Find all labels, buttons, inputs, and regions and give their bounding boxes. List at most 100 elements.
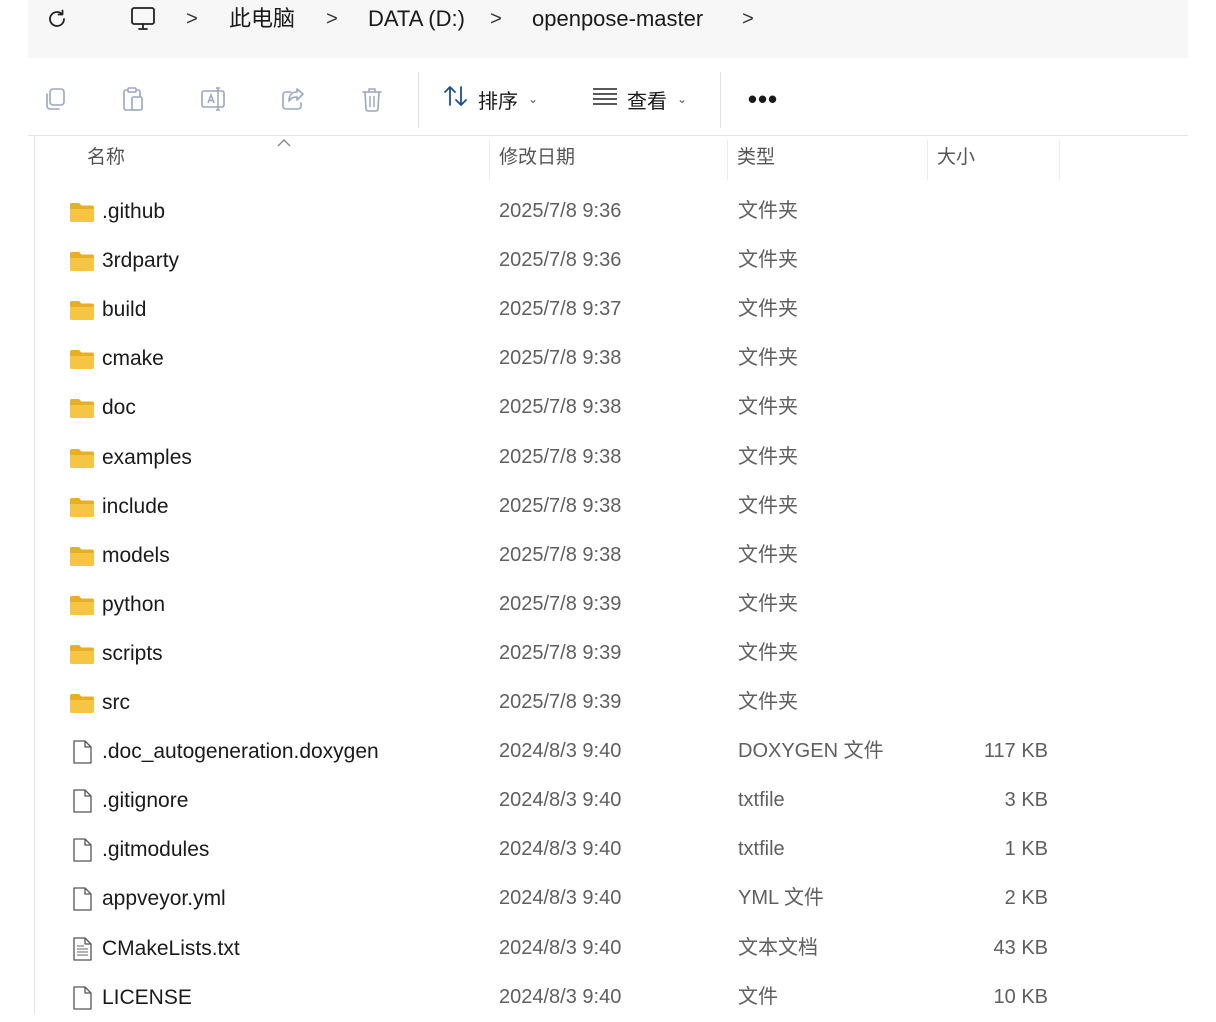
- column-header-date[interactable]: 修改日期: [499, 136, 575, 180]
- file-row[interactable]: 3rdparty 2025/7/8 9:36 文件夹: [35, 236, 1065, 285]
- column-header-type[interactable]: 类型: [737, 136, 775, 180]
- file-row[interactable]: doc 2025/7/8 9:38 文件夹: [35, 383, 1065, 432]
- file-size: [935, 383, 1048, 432]
- file-row[interactable]: .gitmodules 2024/8/3 9:40 txtfile 1 KB: [35, 825, 1065, 874]
- folder-icon: [69, 297, 95, 323]
- file-type: txtfile: [738, 789, 785, 812]
- file-size: 10 KB: [993, 985, 1048, 1008]
- folder-icon: [69, 445, 95, 471]
- breadcrumb-drive[interactable]: DATA (D:): [368, 4, 465, 34]
- file-size: [935, 187, 1048, 236]
- file-size: 2 KB: [1004, 887, 1048, 910]
- file-date: 2024/8/3 9:40: [499, 936, 622, 959]
- folder-icon: [69, 543, 95, 569]
- file-row[interactable]: include 2025/7/8 9:38 文件夹: [35, 482, 1065, 531]
- file-date: 2024/8/3 9:40: [499, 838, 622, 861]
- delete-icon[interactable]: [355, 82, 389, 116]
- file-type: 文件夹: [738, 200, 798, 222]
- folder-icon: [69, 346, 95, 372]
- folder-icon: [69, 248, 95, 274]
- file-date: 2025/7/8 9:38: [499, 445, 622, 468]
- file-row[interactable]: appveyor.yml 2024/8/3 9:40 YML 文件 2 KB: [35, 874, 1065, 923]
- column-divider[interactable]: [927, 140, 928, 180]
- file-name: doc: [102, 396, 136, 420]
- view-button[interactable]: 查看 ⌄: [591, 82, 687, 116]
- column-divider[interactable]: [489, 140, 490, 180]
- file-size: [935, 236, 1048, 285]
- file-row[interactable]: examples 2025/7/8 9:38 文件夹: [35, 433, 1065, 482]
- folder-icon: [69, 199, 95, 225]
- copy-icon[interactable]: [38, 82, 72, 116]
- folder-icon: [69, 395, 95, 421]
- list-view-icon: [591, 85, 619, 113]
- breadcrumb-separator: >: [326, 8, 338, 30]
- breadcrumb-this-pc[interactable]: 此电脑: [229, 4, 295, 34]
- file-type: 文件夹: [738, 641, 798, 664]
- file-type: 文件夹: [738, 347, 798, 370]
- file-name: .doc_autogeneration.doxygen: [102, 740, 379, 764]
- file-row[interactable]: python 2025/7/8 9:39 文件夹: [35, 580, 1065, 629]
- breadcrumb-expand[interactable]: >: [740, 4, 756, 34]
- file-type: 文件夹: [738, 592, 798, 615]
- file-date: 2025/7/8 9:39: [499, 691, 622, 713]
- refresh-icon[interactable]: [44, 6, 70, 32]
- sort-label: 排序: [478, 90, 518, 113]
- file-icon: [69, 788, 95, 814]
- column-divider[interactable]: [727, 140, 728, 180]
- file-row[interactable]: cmake 2025/7/8 9:38 文件夹: [35, 334, 1065, 383]
- sort-icon: [442, 83, 470, 115]
- file-type: 文件夹: [738, 396, 798, 419]
- more-options-button[interactable]: •••: [746, 82, 780, 116]
- toolbar-divider: [720, 72, 721, 128]
- file-name: examples: [102, 445, 192, 469]
- file-date: 2025/7/8 9:38: [499, 494, 622, 517]
- file-size: [935, 629, 1048, 678]
- column-header-size[interactable]: 大小: [937, 136, 975, 180]
- file-date: 2025/7/8 9:38: [499, 347, 622, 370]
- paste-icon[interactable]: [116, 82, 150, 116]
- file-name: .gitmodules: [102, 838, 210, 862]
- share-icon[interactable]: [276, 82, 310, 116]
- file-type: txtfile: [738, 838, 785, 861]
- file-name: include: [102, 494, 169, 518]
- file-name: src: [102, 691, 130, 714]
- file-row[interactable]: build 2025/7/8 9:37 文件夹: [35, 285, 1065, 334]
- file-name: appveyor.yml: [102, 887, 226, 911]
- file-row[interactable]: src 2025/7/8 9:39 文件夹: [35, 678, 1065, 727]
- file-date: 2025/7/8 9:36: [499, 200, 622, 222]
- view-label: 查看: [627, 90, 667, 113]
- file-type: 文件夹: [738, 298, 798, 321]
- file-row[interactable]: LICENSE 2024/8/3 9:40 文件 10 KB: [35, 973, 1065, 1022]
- file-row[interactable]: models 2025/7/8 9:38 文件夹: [35, 531, 1065, 580]
- file-date: 2025/7/8 9:39: [499, 592, 622, 615]
- file-date: 2025/7/8 9:38: [499, 543, 622, 566]
- file-size: 43 KB: [993, 936, 1048, 959]
- command-bar: 排序 ⌄ 查看 ⌄ •••: [28, 58, 1188, 136]
- file-icon: [69, 837, 95, 863]
- breadcrumb-folder[interactable]: openpose-master: [532, 4, 703, 34]
- file-row[interactable]: .doc_autogeneration.doxygen 2024/8/3 9:40…: [35, 727, 1065, 776]
- file-size: [935, 580, 1048, 629]
- this-pc-icon[interactable]: [128, 5, 158, 33]
- file-name: CMakeLists.txt: [102, 936, 240, 960]
- column-divider[interactable]: [1059, 140, 1060, 180]
- file-size: [935, 433, 1048, 482]
- file-row[interactable]: .gitignore 2024/8/3 9:40 txtfile 3 KB: [35, 776, 1065, 825]
- file-type: 文件夹: [738, 494, 798, 517]
- rename-icon[interactable]: [196, 82, 230, 116]
- file-date: 2024/8/3 9:40: [499, 887, 622, 910]
- file-type: 文本文档: [738, 936, 818, 959]
- address-bar: > 此电脑 > DATA (D:) > openpose-master >: [28, 0, 1188, 58]
- file-icon: [69, 739, 95, 765]
- column-header-name[interactable]: 名称: [87, 136, 125, 180]
- sort-ascending-icon: [276, 136, 292, 148]
- chevron-down-icon: ⌄: [528, 92, 539, 106]
- folder-icon: [69, 641, 95, 667]
- file-row[interactable]: CMakeLists.txt 2024/8/3 9:40 文本文档 43 KB: [35, 924, 1065, 973]
- file-date: 2025/7/8 9:37: [499, 298, 622, 321]
- file-row[interactable]: .github 2025/7/8 9:36 文件夹: [35, 187, 1065, 236]
- file-date: 2025/7/8 9:39: [499, 641, 622, 664]
- sort-button[interactable]: 排序 ⌄: [442, 82, 538, 116]
- file-row[interactable]: scripts 2025/7/8 9:39 文件夹: [35, 629, 1065, 678]
- file-type: YML 文件: [738, 887, 824, 910]
